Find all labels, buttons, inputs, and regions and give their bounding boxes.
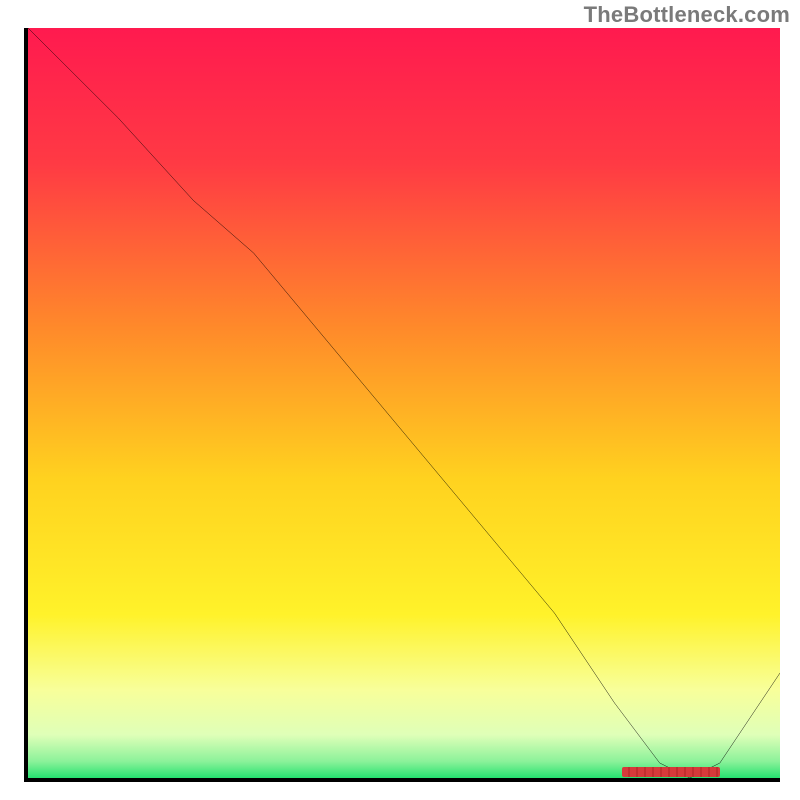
highlight-segment xyxy=(622,767,720,777)
chart-stage: TheBottleneck.com xyxy=(0,0,800,800)
watermark-text: TheBottleneck.com xyxy=(584,2,790,28)
plot-area xyxy=(24,28,780,782)
curve-line xyxy=(28,28,780,778)
